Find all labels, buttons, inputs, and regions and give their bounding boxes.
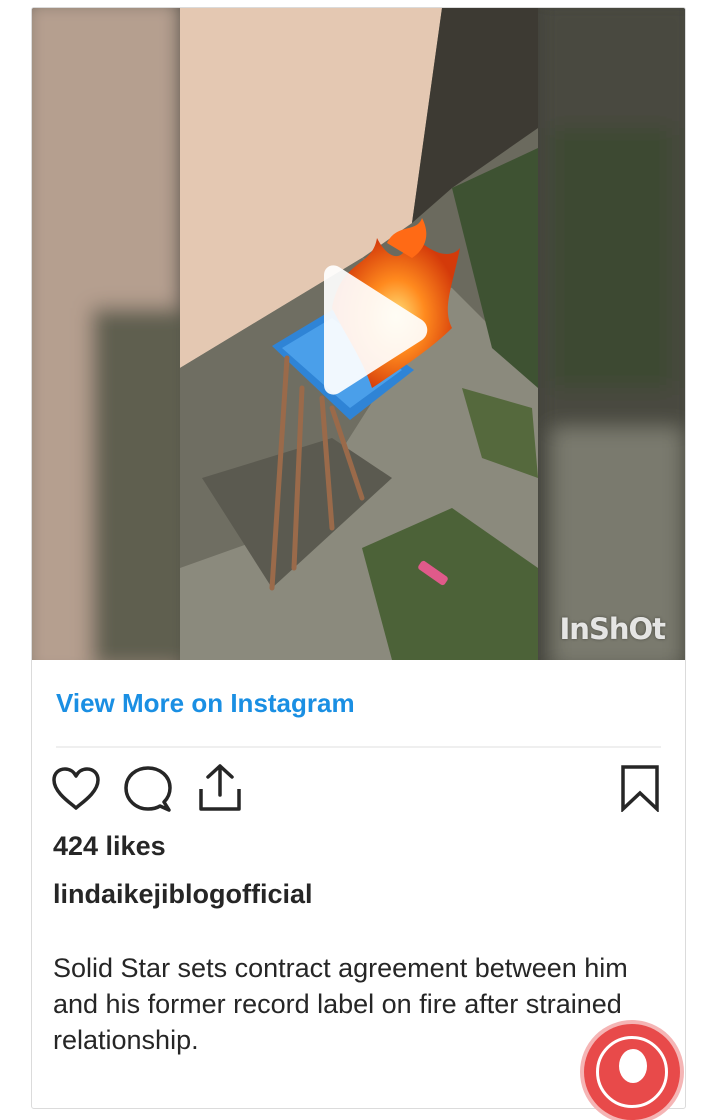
divider <box>56 746 661 748</box>
video-player[interactable]: InShOt <box>32 8 685 660</box>
share-button[interactable] <box>197 763 243 813</box>
view-more-on-instagram-link[interactable]: View More on Instagram <box>56 688 355 719</box>
instagram-embed-card: InShOt View More on Instagram 424 likes … <box>31 7 686 1109</box>
play-icon[interactable] <box>304 265 430 395</box>
comment-icon <box>124 766 172 812</box>
user-icon <box>596 1036 668 1108</box>
comment-button[interactable] <box>124 765 172 813</box>
heart-icon <box>52 767 100 810</box>
post-caption: Solid Star sets contract agreement betwe… <box>53 953 628 1055</box>
likes-count: 424 likes <box>53 831 166 861</box>
bookmark-icon <box>621 765 659 812</box>
video-watermark: InShOt <box>559 612 666 646</box>
save-button[interactable] <box>620 764 660 812</box>
post-username[interactable]: lindaikejiblogofficial <box>53 879 313 910</box>
share-icon <box>199 764 241 811</box>
like-button[interactable] <box>51 766 101 812</box>
floating-profile-button[interactable] <box>584 1024 680 1120</box>
